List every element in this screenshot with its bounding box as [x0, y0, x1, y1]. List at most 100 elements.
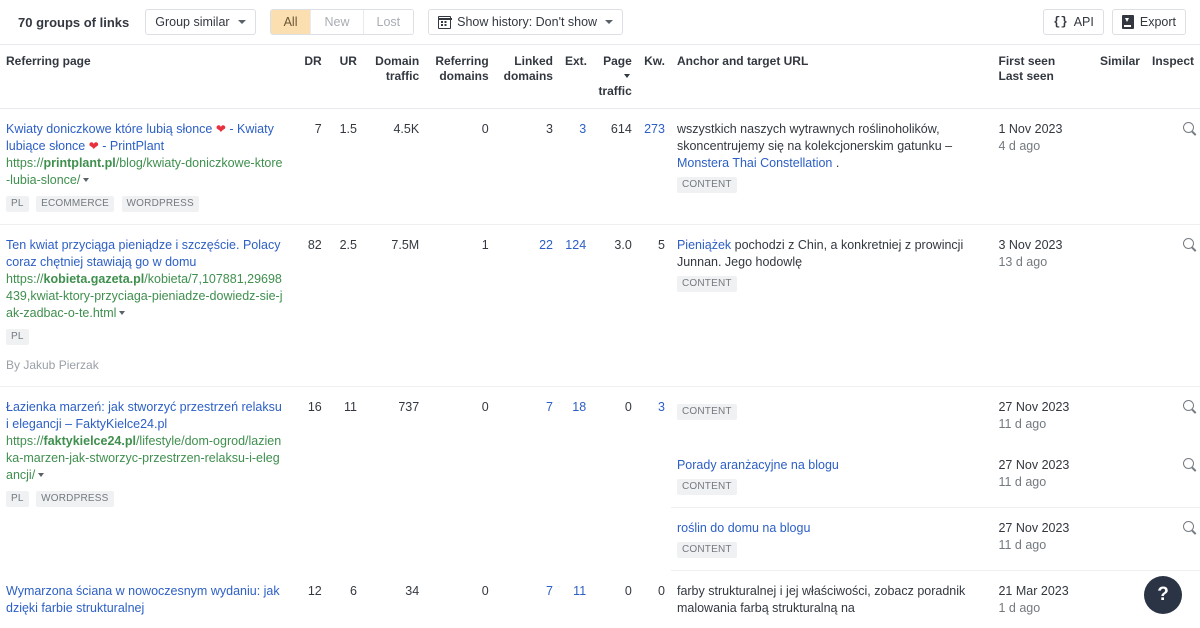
referring-domains-cell: 1 [425, 224, 495, 387]
referring-page-title-link[interactable]: Łazienka marzeń: jak stworzyć przestrzeń… [6, 399, 286, 433]
row-title-line1: Wymarzona ściana w nowoczesnym [6, 583, 208, 598]
filter-tab-new[interactable]: New [311, 10, 364, 34]
column-linked-domains[interactable]: Linked domains [494, 45, 559, 109]
ext-cell[interactable]: 124 [558, 224, 593, 387]
referring-page-url[interactable]: https://faktykielce24.pl/lifestyle/dom-o… [6, 433, 286, 484]
chevron-down-icon[interactable] [119, 310, 126, 315]
column-last-seen: Last seen [998, 69, 1054, 83]
ext-cell[interactable]: 18 [559, 387, 592, 571]
kw-cell: 5 [637, 224, 671, 387]
kw-value-link[interactable]: 3 [658, 400, 665, 414]
ur-cell: 6 [327, 570, 363, 628]
seen-cell: 1 Nov 2023 4 d ago [992, 108, 1084, 225]
anchor-target-link[interactable]: Porady aranżacyjne na blogu [677, 458, 839, 472]
calendar-icon [437, 15, 452, 29]
inspect-cell[interactable] [1145, 445, 1200, 508]
magnifier-icon[interactable] [1183, 458, 1194, 469]
show-history-dropdown[interactable]: Show history: Don't show [428, 9, 624, 35]
inspect-cell[interactable] [1145, 507, 1200, 571]
column-inspect[interactable]: Inspect [1145, 45, 1200, 109]
ext-value-link[interactable]: 18 [572, 400, 586, 414]
last-seen-value: 1 d ago [998, 601, 1041, 615]
domain-traffic-cell: 34 [362, 570, 426, 628]
api-label: API [1073, 15, 1094, 29]
ext-cell[interactable]: 3 [558, 108, 593, 225]
anchor-cell: Pieniążek pochodzi z Chin, a konkretniej… [670, 224, 993, 387]
similar-cell [1083, 445, 1146, 508]
linked-domains-link[interactable]: 7 [546, 584, 553, 598]
linked-domains-link[interactable]: 22 [539, 238, 553, 252]
referring-page-title-link[interactable]: Wymarzona ściana w nowoczesnym wydaniu: … [6, 583, 286, 617]
magnifier-icon[interactable] [1183, 400, 1194, 411]
kw-cell[interactable]: 3 [638, 387, 671, 571]
ur-cell: 1.5 [327, 108, 363, 225]
ext-value-link[interactable]: 124 [565, 238, 586, 252]
anchor-target-link[interactable]: Monstera Thai Constellation [677, 156, 832, 170]
column-page-traffic[interactable]: Page traffic [592, 45, 638, 109]
page-traffic-cell: 0 [592, 570, 638, 628]
seen-cell: 27 Nov 2023 11 d ago [992, 445, 1084, 508]
referring-page-title-link[interactable]: Kwiaty doniczkowe które lubią słonce ❤ -… [6, 121, 286, 155]
heart-icon: ❤ [88, 139, 99, 153]
referring-page-url[interactable]: https://kobieta.gazeta.pl/kobieta/7,1078… [6, 271, 286, 322]
column-dr[interactable]: DR [292, 45, 328, 109]
show-history-label: Show history: Don't show [457, 15, 598, 29]
referring-page-title-link[interactable]: Ten kwiat przyciąga pieniądze i szczęści… [6, 237, 286, 271]
linked-domains-link[interactable]: 7 [546, 400, 553, 414]
filter-tab-lost[interactable]: Lost [363, 10, 414, 34]
column-domain-traffic-line1: Domain [375, 54, 420, 68]
column-ext[interactable]: Ext. [558, 45, 593, 109]
column-kw[interactable]: Kw. [637, 45, 671, 109]
last-seen-value: 11 d ago [998, 417, 1047, 431]
ext-value-link[interactable]: 11 [573, 584, 586, 598]
seen-cell: 3 Nov 2023 13 d ago [992, 224, 1084, 387]
column-referring-page[interactable]: Referring page [0, 45, 293, 109]
api-button[interactable]: {} API [1043, 9, 1104, 35]
url-scheme: https:// [6, 272, 44, 286]
column-referring-domains[interactable]: Referring domains [425, 45, 495, 109]
referring-page-url[interactable]: https://printplant.pl/blog/kwiaty-donicz… [6, 155, 286, 189]
ur-cell: 2.5 [327, 224, 363, 387]
magnifier-icon[interactable] [1183, 238, 1194, 249]
ext-value-link[interactable]: 3 [579, 122, 586, 136]
heart-icon: ❤ [215, 122, 226, 136]
inspect-cell[interactable] [1145, 224, 1200, 387]
column-first-last-seen[interactable]: First seen Last seen [992, 45, 1084, 109]
anchor-target-link[interactable]: Pieniążek [677, 238, 731, 252]
last-seen-value: 11 d ago [998, 538, 1047, 552]
help-button[interactable]: ? [1144, 576, 1182, 614]
magnifier-icon[interactable] [1183, 122, 1194, 133]
page-traffic-cell: 3.0 [592, 224, 638, 387]
ext-cell[interactable]: 11 [558, 570, 593, 628]
tag-wordpress: WORDPRESS [121, 196, 199, 212]
linked-domains-cell[interactable]: 22 [494, 224, 559, 387]
first-seen-value: 1 Nov 2023 [998, 122, 1063, 136]
status-badge: CONTENT [676, 404, 737, 420]
filter-tab-all[interactable]: All [270, 10, 312, 34]
chevron-down-icon[interactable] [83, 177, 90, 182]
status-badge: CONTENT [676, 276, 737, 292]
inspect-cell[interactable] [1146, 387, 1200, 446]
inspect-cell[interactable] [1145, 108, 1200, 225]
linked-domains-cell[interactable]: 7 [494, 570, 559, 628]
export-button[interactable]: Export [1111, 9, 1186, 35]
dr-cell: 16 [307, 400, 322, 414]
column-anchor-target-url[interactable]: Anchor and target URL [670, 45, 993, 109]
anchor-text-post: . [832, 156, 840, 170]
group-similar-dropdown[interactable]: Group similar [145, 9, 256, 35]
anchor-text: Pieniążek pochodzi z Chin, a konkretniej… [677, 237, 987, 271]
tag-wordpress: WORDPRESS [36, 491, 114, 507]
seen-cell: 27 Nov 2023 11 d ago [992, 507, 1084, 571]
kw-value-link[interactable]: 273 [644, 122, 665, 136]
magnifier-icon[interactable] [1183, 521, 1194, 532]
linked-domains-cell[interactable]: 7 [495, 387, 559, 571]
chevron-down-icon[interactable] [38, 472, 45, 477]
similar-cell [1083, 570, 1146, 628]
column-ur[interactable]: UR [327, 45, 363, 109]
anchor-target-link[interactable]: roślin do domu na blogu [677, 521, 810, 535]
column-domain-traffic[interactable]: Domain traffic [362, 45, 426, 109]
column-similar[interactable]: Similar [1083, 45, 1146, 109]
code-braces-icon: {} [1053, 15, 1068, 29]
kw-cell[interactable]: 273 [637, 108, 671, 225]
anchor-text: Porady aranżacyjne na blogu [677, 457, 987, 474]
